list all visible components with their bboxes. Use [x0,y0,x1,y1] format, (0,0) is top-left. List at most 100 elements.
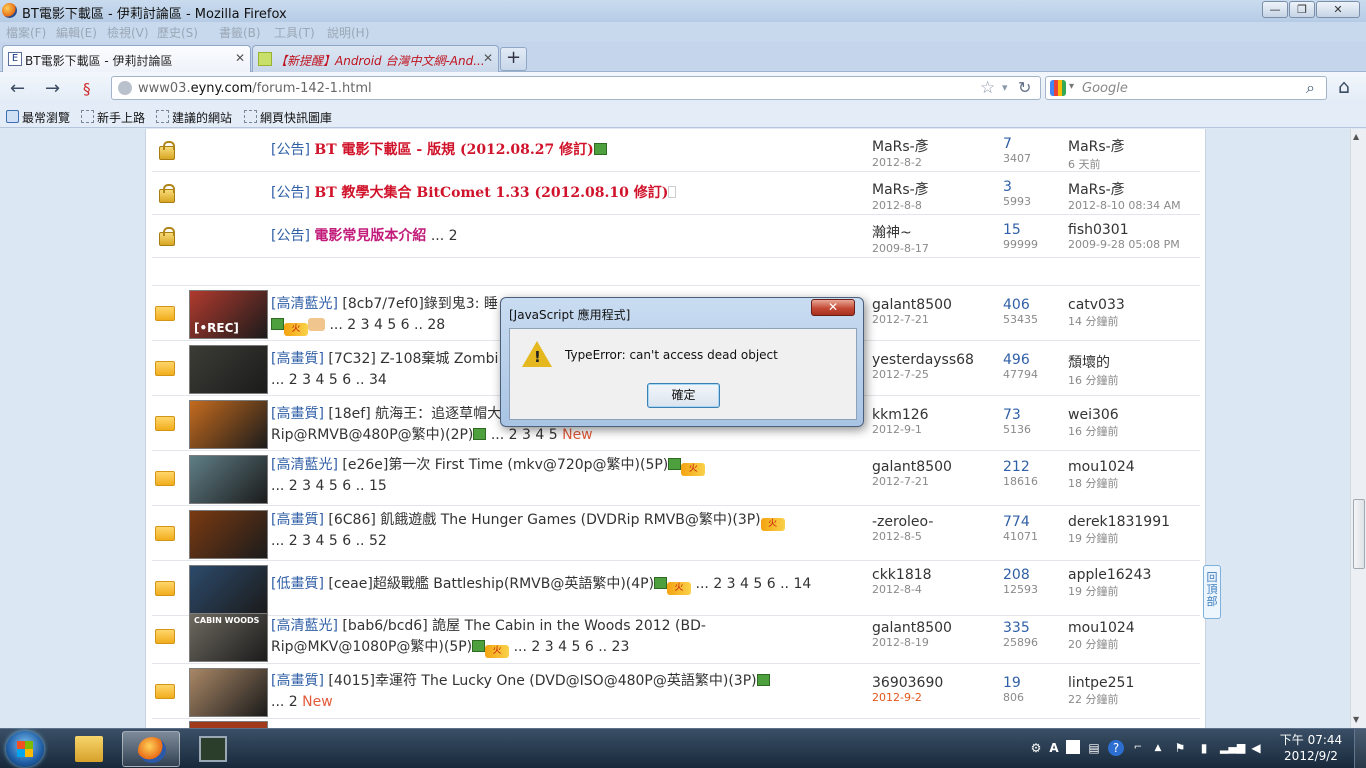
language-bar-icon[interactable]: ⚙ [1028,740,1044,756]
thread-row[interactable] [152,720,1200,728]
menu-help[interactable]: 說明(H) [327,24,369,41]
thread-category[interactable]: [高清藍光] [271,457,338,473]
thread-category[interactable]: [高畫質] [271,351,324,367]
tab-bt-movies[interactable]: E BT電影下載區 - 伊莉討論區 ✕ [2,45,251,72]
reply-count[interactable]: 7 [1003,136,1063,152]
thread-thumbnail[interactable] [189,721,268,728]
thread-title[interactable]: [6C86] 飢餓遊戲 The Hunger Games (DVDRip RMV… [328,512,760,528]
url-bar[interactable]: www03.eyny.com/forum-142-1.html ☆ ▾ ↻ [111,76,1041,100]
thread-category[interactable]: [公告] [271,228,310,244]
history-dropdown-icon[interactable]: ▾ [1002,81,1008,94]
thread-title[interactable]: [7C32] Z-108棄城 Zombi [328,351,498,367]
new-tab-button[interactable]: + [500,47,527,71]
thread-category[interactable]: [高清藍光] [271,618,338,634]
thread-thumbnail[interactable] [189,345,268,394]
keyboard-icon[interactable]: ▤ [1086,740,1102,756]
thread-title[interactable]: [ceae]超級戰艦 Battleship(RMVB@英語繁中)(4P) [328,576,654,592]
last-post-time[interactable]: 2009-9-28 05:08 PM [1068,238,1218,251]
last-poster[interactable]: mou1024 [1068,620,1218,636]
reply-count[interactable]: 212 [1003,459,1063,475]
show-hidden-icons[interactable]: ▲ [1150,740,1166,756]
author-name[interactable]: 36903690 [872,675,1002,691]
last-post-time[interactable]: 18 分鐘前 [1068,475,1218,491]
last-poster[interactable]: mou1024 [1068,459,1218,475]
thread-thumbnail[interactable] [189,510,268,559]
reply-count[interactable]: 15 [1003,222,1063,238]
page-links[interactable]: ... 2 [431,228,458,244]
show-desktop-button[interactable] [1354,729,1366,768]
input-method-icon[interactable]: A [1046,740,1062,756]
author-name[interactable]: galant8500 [872,459,1002,475]
announcement-row[interactable]: [公告] BT 電影下載區 - 版規 (2012.08.27 修訂) MaRs-… [152,129,1200,172]
reply-count[interactable]: 335 [1003,620,1063,636]
thread-row[interactable]: CABIN WOODS [高清藍光] [bab6/bcd6] 詭屋 The Ca… [152,610,1200,664]
thread-thumbnail[interactable]: [•REC] [189,290,268,339]
scrollbar-thumb[interactable] [1353,499,1365,569]
reply-count[interactable]: 774 [1003,514,1063,530]
full-half-width-icon[interactable] [1066,740,1080,754]
last-post-time[interactable]: 19 分鐘前 [1068,530,1218,546]
minimize-button[interactable]: — [1262,1,1288,18]
last-poster[interactable]: apple16243 [1068,567,1218,583]
last-post-time[interactable]: 6 天前 [1068,156,1218,172]
taskbar-firefox[interactable] [122,731,180,767]
forward-arrow-icon[interactable]: → [45,78,60,99]
last-post-time[interactable]: 19 分鐘前 [1068,583,1218,599]
thread-category[interactable]: [高畫質] [271,406,324,422]
thread-row[interactable]: [高清藍光] [e26e]第一次 First Time (mkv@720p@繁中… [152,452,1200,506]
search-bar[interactable]: ▾ Google ⌕ [1045,76,1327,100]
home-icon[interactable]: ⌂ [1338,76,1350,98]
author-name[interactable]: -zeroleo- [872,514,1002,530]
volume-icon[interactable]: ◀ [1248,740,1264,756]
author-name[interactable]: galant8500 [872,297,1002,313]
thread-title[interactable]: [18ef] 航海王：追逐草帽大 [328,406,501,422]
taskbar-explorer[interactable] [60,731,118,767]
menu-edit[interactable]: 編輯(E) [56,24,97,41]
reply-count[interactable]: 496 [1003,352,1063,368]
announcement-row[interactable]: [公告] 電影常見版本介紹 ... 2 瀚神~ 2009-8-17 15 999… [152,215,1200,258]
last-poster[interactable]: catv033 [1068,297,1218,313]
thread-thumbnail[interactable] [189,400,268,449]
last-post-time[interactable]: 16 分鐘前 [1068,423,1218,439]
help-icon[interactable]: ? [1108,740,1124,756]
back-arrow-icon[interactable]: ← [10,78,25,99]
thread-category[interactable]: [高畫質] [271,673,324,689]
ok-button[interactable]: 確定 [647,383,720,408]
menu-file[interactable]: 檔案(F) [6,24,46,41]
author-name[interactable]: MaRs-彥 [872,136,1002,156]
last-post-time[interactable]: 16 分鐘前 [1068,372,1218,388]
author-name[interactable]: galant8500 [872,620,1002,636]
thread-thumbnail[interactable] [189,455,268,504]
menu-view[interactable]: 檢視(V) [107,24,149,41]
page-links[interactable]: ... 2 3 4 5 6 .. 23 [514,639,630,655]
page-links[interactable]: ... 2 3 4 5 6 .. 28 [329,317,445,333]
thread-category[interactable]: [高清藍光] [271,296,338,312]
last-poster[interactable]: lintpe251 [1068,675,1218,691]
last-poster[interactable]: fish0301 [1068,222,1218,238]
page-links[interactable]: ... 2 3 4 5 6 .. 34 [271,372,387,388]
thread-thumbnail[interactable] [189,565,268,614]
bookmark-getting-started[interactable]: 新手上路 [81,109,145,126]
author-name[interactable]: kkm126 [872,407,1002,423]
bookmark-star-icon[interactable]: ☆ [980,78,995,98]
author-name[interactable]: MaRs-彥 [872,179,1002,199]
thread-thumbnail[interactable] [189,668,268,717]
author-name[interactable]: 瀚神~ [872,222,1002,242]
search-icon[interactable]: ⌕ [1306,78,1315,98]
last-poster[interactable]: MaRs-彥 [1068,179,1218,199]
site-identity-icon[interactable] [118,81,132,95]
addon-icon[interactable]: § [83,80,91,98]
reply-count[interactable]: 3 [1003,179,1063,195]
ime-options-icon[interactable]: ⌐ [1130,740,1146,756]
thread-category[interactable]: [低畫質] [271,576,324,592]
scroll-up-icon[interactable]: ▲ [1353,132,1359,141]
author-name[interactable]: ckk1818 [872,567,1002,583]
thread-title[interactable]: [8cb7/7ef0]錄到鬼3: 睡 [342,296,497,312]
action-center-flag-icon[interactable]: ⚑ [1172,740,1188,756]
menu-tools[interactable]: 工具(T) [274,24,315,41]
thread-title[interactable]: [e26e]第一次 First Time (mkv@720p@繁中)(5P) [342,457,668,473]
page-links[interactable]: ... 2 3 4 5 6 .. 14 [696,576,812,592]
thread-row[interactable]: [高畫質] [6C86] 飢餓遊戲 The Hunger Games (DVDR… [152,507,1200,561]
taskbar-remote-desktop[interactable] [184,731,242,767]
last-poster[interactable]: 頹壞的 [1068,352,1218,372]
